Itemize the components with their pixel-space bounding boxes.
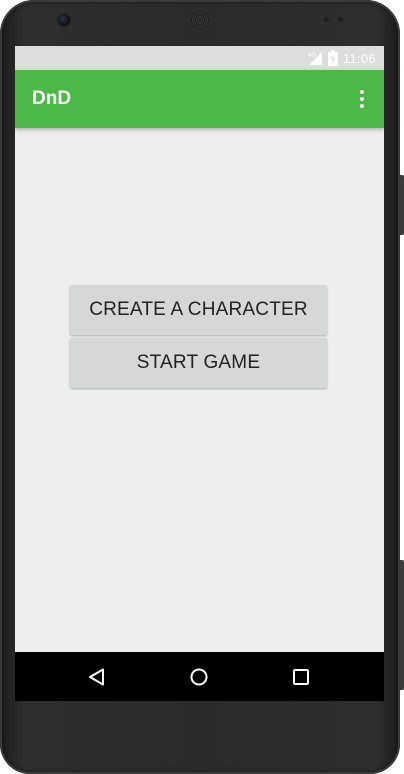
create-character-button[interactable]: CREATE A CHARACTER (70, 285, 327, 335)
start-game-button[interactable]: START GAME (70, 338, 327, 388)
light-sensor (338, 17, 343, 22)
app-title: DnD (32, 88, 72, 109)
battery-charging-icon (327, 50, 338, 66)
overflow-menu-icon[interactable] (350, 87, 374, 111)
status-bar: 4G 11:06 (15, 46, 384, 70)
screen: 4G 11:06 DnD CREATE A CHARACTER START GA… (15, 46, 384, 701)
home-icon[interactable] (175, 652, 223, 701)
earpiece-speaker (191, 11, 209, 29)
phone-frame: 4G 11:06 DnD CREATE A CHARACTER START GA… (0, 0, 404, 774)
power-button (400, 560, 404, 690)
recents-icon[interactable] (277, 652, 325, 701)
proximity-sensor (324, 17, 329, 22)
status-icons: 4G 11:06 (307, 46, 376, 70)
app-bar: DnD (15, 70, 384, 128)
main-content: CREATE A CHARACTER START GAME (15, 128, 384, 652)
status-time: 11:06 (342, 50, 376, 66)
svg-text:4G: 4G (308, 53, 316, 59)
front-camera (58, 14, 70, 26)
volume-button (400, 175, 404, 235)
back-icon[interactable] (73, 652, 121, 701)
navigation-bar (15, 652, 384, 701)
signal-4g-icon: 4G (308, 52, 322, 65)
